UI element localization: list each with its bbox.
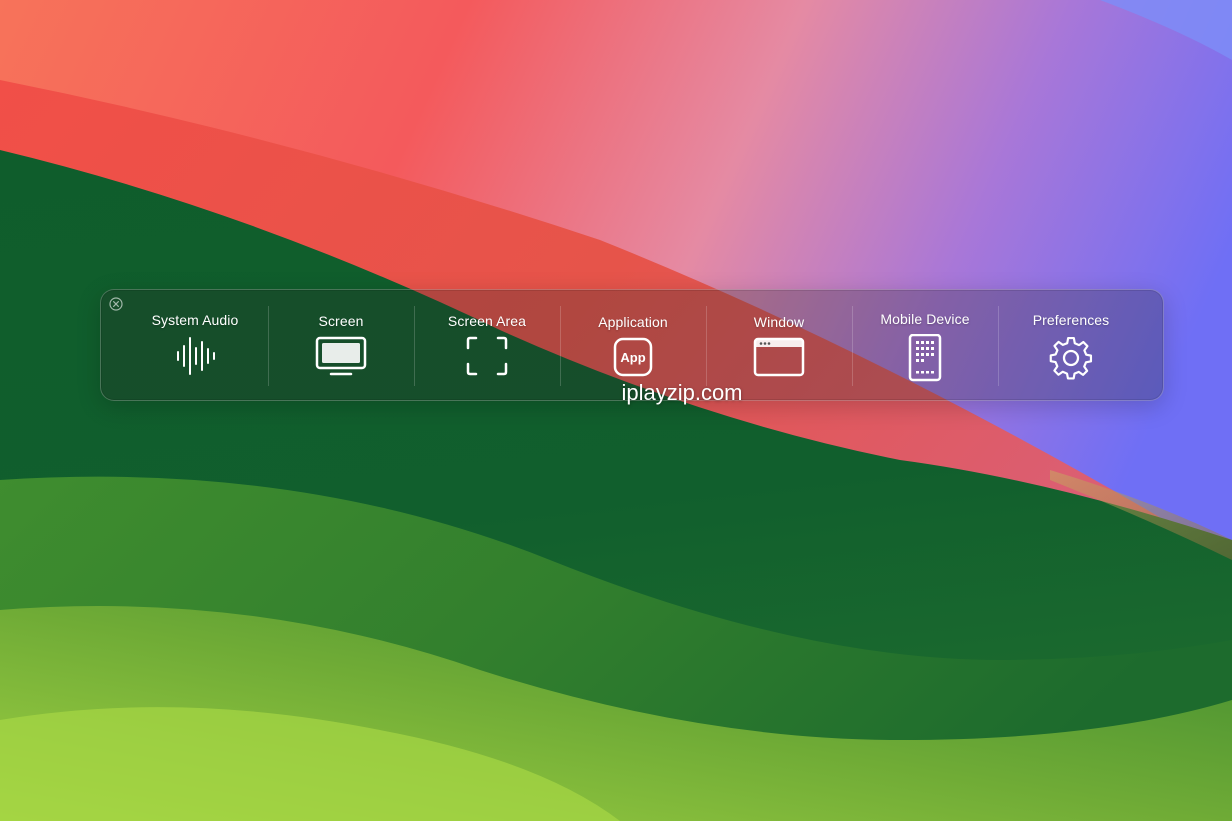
watermark-text: iplayzip.com	[621, 380, 743, 405]
close-circle-icon	[109, 297, 123, 311]
browser-window-icon	[753, 334, 805, 378]
display-icon	[315, 334, 367, 378]
screen-area-label: Screen Area	[447, 313, 527, 329]
app-icon-text: App	[620, 350, 645, 365]
close-toolbar-button[interactable]	[109, 297, 123, 311]
screen-label: Screen	[318, 313, 364, 329]
tablet-icon	[899, 334, 951, 382]
screen-button[interactable]: Screen	[268, 290, 414, 402]
preferences-button[interactable]: Preferences	[998, 290, 1144, 402]
selection-corners-icon	[461, 334, 513, 378]
app-icon: App	[607, 334, 659, 378]
system-audio-button[interactable]: System Audio	[122, 290, 268, 402]
preferences-label: Preferences	[1032, 312, 1110, 328]
system-audio-label: System Audio	[151, 312, 239, 328]
application-label: Application	[598, 314, 668, 330]
desktop-wallpaper	[0, 0, 1232, 821]
window-label: Window	[753, 314, 805, 330]
mobile-device-label: Mobile Device	[880, 311, 970, 327]
gear-icon	[1045, 334, 1097, 380]
screen-area-button[interactable]: Screen Area	[414, 290, 560, 402]
waveform-icon	[169, 334, 221, 378]
mobile-device-button[interactable]: Mobile Device	[852, 290, 998, 402]
